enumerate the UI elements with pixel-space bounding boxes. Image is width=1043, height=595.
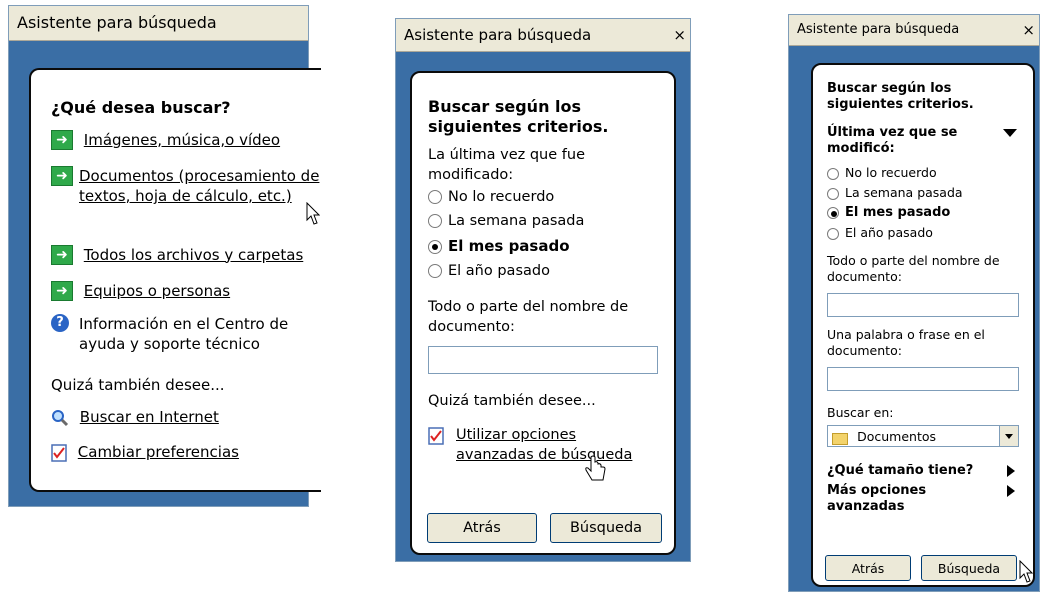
- option-label: Buscar en Internet: [79, 408, 219, 426]
- panel-title-text: Asistente para búsqueda: [404, 26, 592, 44]
- radio-label: La semana pasada: [448, 213, 585, 229]
- radio-semana-pasada[interactable]: La semana pasada: [827, 185, 963, 200]
- chevron-down-icon[interactable]: [999, 426, 1018, 446]
- search-in-label: Buscar en:: [827, 405, 894, 420]
- panel-title: Asistente para búsqueda: [9, 6, 308, 41]
- search-in-dropdown[interactable]: Documentos: [827, 425, 1019, 447]
- card-heading: Buscar según los siguientes criterios.: [827, 81, 974, 112]
- radio-mes-pasado[interactable]: El mes pasado: [827, 205, 950, 220]
- document-name-input[interactable]: [428, 346, 658, 374]
- document-name-input[interactable]: [827, 293, 1019, 317]
- mouse-cursor-icon: [1019, 560, 1033, 583]
- panel-title-text: Asistente para búsqueda: [17, 13, 217, 32]
- size-section-toggle[interactable]: ¿Qué tamaño tiene?: [827, 463, 1015, 478]
- option-help-center[interactable]: ? Información en el Centro de ayuda y so…: [51, 314, 311, 354]
- search-button[interactable]: Búsqueda: [921, 555, 1017, 581]
- option-documents[interactable]: ➜ Documentos (procesamiento de textos, h…: [51, 166, 321, 225]
- option-images-music-video[interactable]: ➜ Imágenes, música,o vídeo: [51, 130, 280, 150]
- criteria-card: Buscar según los siguientes criterios. Ú…: [811, 63, 1035, 587]
- search-assistant-panel-1: Asistente para búsqueda ¿Qué desea busca…: [8, 5, 321, 507]
- option-change-preferences[interactable]: Cambiar preferencias: [51, 443, 239, 462]
- phrase-label: Una palabra o frase en el documento:: [827, 327, 985, 358]
- hand-cursor-icon: [585, 455, 606, 481]
- radio-label: El año pasado: [448, 263, 550, 279]
- search-card: ¿Qué desea buscar? ➜ Imágenes, música,o …: [29, 68, 321, 492]
- radio-button[interactable]: [428, 214, 442, 228]
- radio-no-recuerdo[interactable]: No lo recuerdo: [428, 189, 554, 205]
- option-label: Equipos o personas: [83, 281, 231, 300]
- search-icon: [51, 409, 69, 427]
- radio-label: La semana pasada: [845, 185, 963, 200]
- radio-label: No lo recuerdo: [448, 189, 555, 205]
- green-arrow-icon: ➜: [51, 130, 73, 150]
- option-label: Documentos (procesamiento de textos, hoj…: [79, 167, 320, 205]
- radio-no-recuerdo[interactable]: No lo recuerdo: [827, 165, 937, 180]
- folder-icon: [832, 433, 848, 445]
- radio-label: El año pasado: [845, 225, 933, 240]
- option-label: Imágenes, música,o vídeo: [83, 130, 281, 149]
- radio-label: No lo recuerdo: [845, 165, 937, 180]
- last-modified-toggle[interactable]: Última vez que se modificó:: [827, 125, 1017, 157]
- radio-button[interactable]: [827, 187, 839, 200]
- radio-button-selected[interactable]: [827, 206, 839, 219]
- radio-button[interactable]: [827, 227, 839, 240]
- phrase-input[interactable]: [827, 367, 1019, 391]
- help-icon: ?: [51, 314, 69, 332]
- preferences-icon: [51, 443, 67, 462]
- radio-label: El mes pasado: [845, 205, 951, 220]
- panel-title: Asistente para búsqueda ×: [396, 19, 690, 52]
- radio-button[interactable]: [428, 190, 442, 204]
- close-icon[interactable]: ×: [1022, 15, 1035, 45]
- advanced-options-link[interactable]: Utilizar opciones avanzadas de búsqueda: [428, 425, 658, 481]
- card-heading: ¿Qué desea buscar?: [51, 98, 231, 117]
- name-label: Todo o parte del nombre de documento:: [827, 253, 1000, 284]
- panel-title-text: Asistente para búsqueda: [797, 22, 960, 37]
- radio-ano-pasado[interactable]: El año pasado: [428, 263, 550, 279]
- radio-ano-pasado[interactable]: El año pasado: [827, 225, 933, 240]
- radio-button[interactable]: [827, 167, 839, 180]
- expand-arrow-icon[interactable]: [1007, 485, 1015, 497]
- radio-label: El mes pasado: [448, 237, 570, 255]
- green-arrow-icon: ➜: [51, 245, 73, 265]
- radio-button[interactable]: [428, 264, 442, 278]
- back-button[interactable]: Atrás: [825, 555, 911, 581]
- option-search-internet[interactable]: Buscar en Internet: [51, 408, 219, 427]
- option-label: Cambiar preferencias: [77, 443, 239, 461]
- green-arrow-icon: ➜: [51, 281, 73, 301]
- more-options-toggle[interactable]: Más opciones avanzadas: [827, 483, 1015, 515]
- search-assistant-panel-2: Asistente para búsqueda × Buscar según l…: [395, 18, 691, 562]
- name-label: Todo o parte del nombre de documento:: [428, 299, 629, 335]
- radio-mes-pasado[interactable]: El mes pasado: [428, 237, 570, 255]
- dropdown-value: Documentos: [857, 429, 937, 444]
- radio-semana-pasada[interactable]: La semana pasada: [428, 213, 584, 229]
- expand-arrow-icon[interactable]: [1007, 465, 1015, 477]
- panel-title: Asistente para búsqueda ×: [789, 15, 1039, 46]
- card-heading: Buscar según los siguientes criterios.: [428, 97, 609, 136]
- preferences-icon: [428, 427, 444, 445]
- also-label: Quizá también desee...: [51, 376, 225, 394]
- search-button[interactable]: Búsqueda: [550, 513, 662, 543]
- option-label: Información en el Centro de ayuda y sopo…: [79, 315, 289, 353]
- search-assistant-panel-3: Asistente para búsqueda × Buscar según l…: [788, 14, 1040, 592]
- also-label: Quizá también desee...: [428, 393, 596, 409]
- radio-button-selected[interactable]: [428, 239, 442, 254]
- last-modified-label: La última vez que fue modificado:: [428, 147, 585, 183]
- back-button[interactable]: Atrás: [427, 513, 537, 543]
- close-icon[interactable]: ×: [673, 19, 686, 51]
- advanced-options-label: Utilizar opciones avanzadas de búsqueda: [456, 427, 633, 463]
- green-arrow-icon: ➜: [51, 166, 73, 186]
- collapse-arrow-icon[interactable]: [1003, 129, 1017, 137]
- option-label: Todos los archivos y carpetas: [83, 245, 304, 264]
- option-all-files-folders[interactable]: ➜ Todos los archivos y carpetas: [51, 245, 303, 265]
- option-computers-people[interactable]: ➜ Equipos o personas: [51, 281, 230, 301]
- mouse-cursor-icon: [306, 202, 320, 225]
- criteria-card: Buscar según los siguientes criterios. L…: [410, 71, 676, 555]
